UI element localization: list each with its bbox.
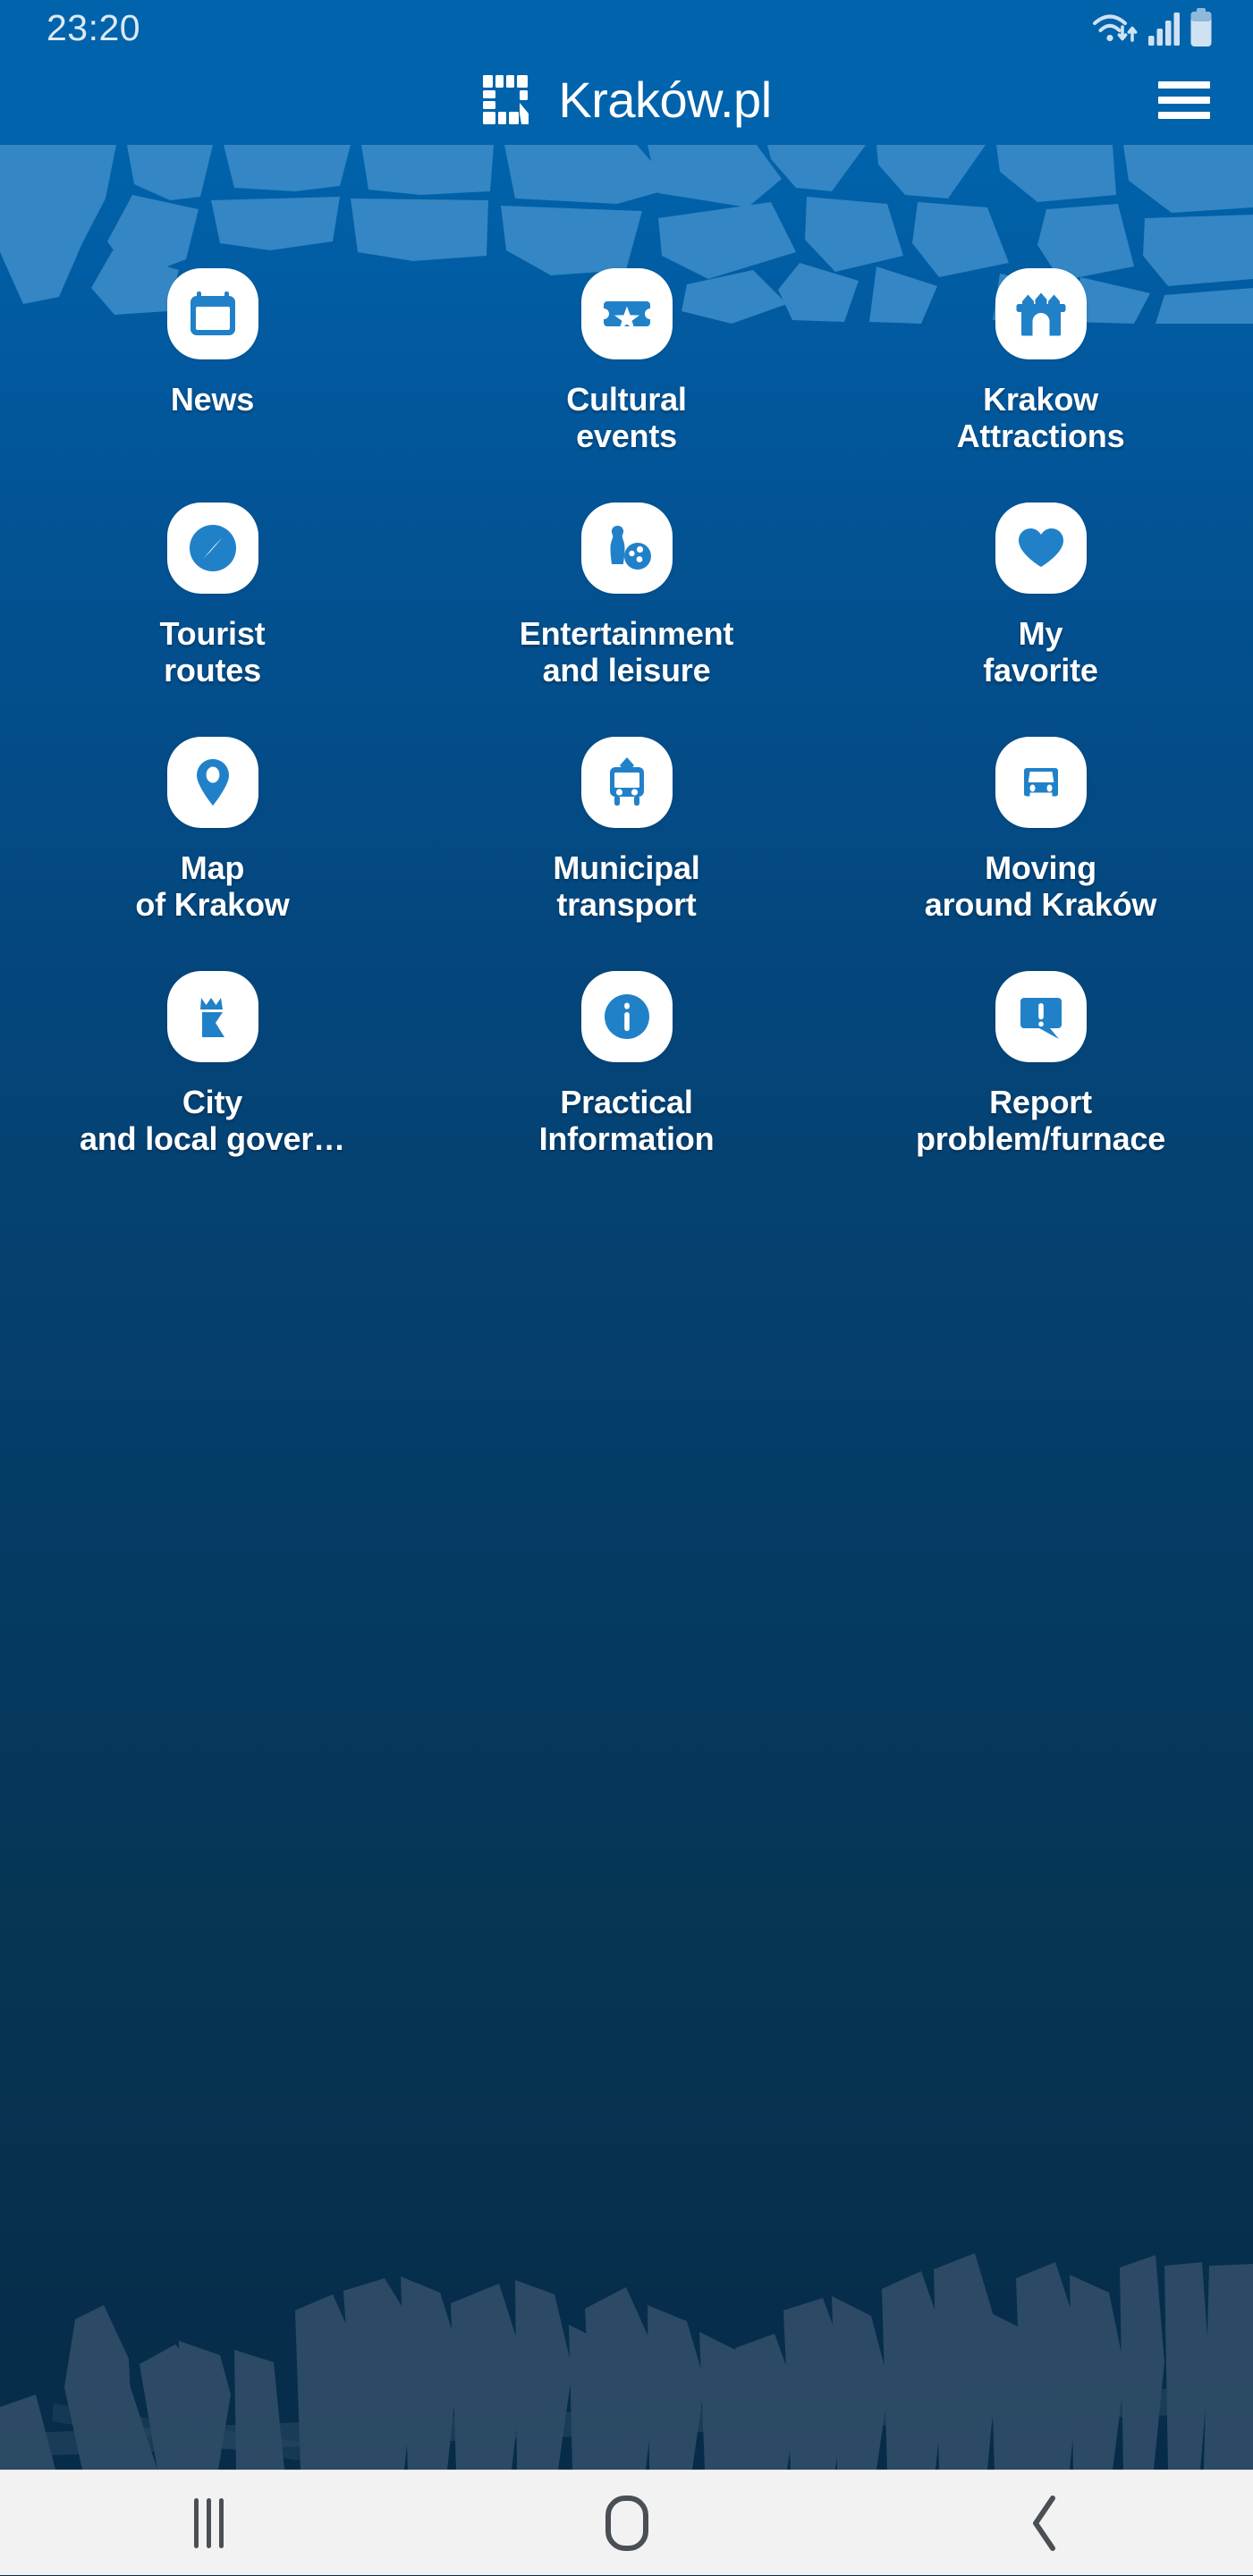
tile-icon-wrapper — [580, 971, 673, 1062]
tram-icon — [609, 757, 644, 806]
recents-button[interactable] — [129, 2470, 290, 2576]
tile-label: My favorite — [983, 615, 1098, 689]
info-circle-icon — [604, 994, 649, 1039]
battery-icon — [1190, 8, 1212, 46]
phone-screen: 23:20 Kraków.pl News Cultural events Kra… — [0, 0, 1253, 2575]
heart-icon — [1018, 528, 1063, 567]
tile-practical-information[interactable]: Practical Information — [419, 964, 834, 1198]
cellular-signal-icon — [1148, 13, 1180, 46]
main-content: News Cultural events Krakow Attractions … — [0, 145, 1253, 2470]
tile-icon-wrapper — [580, 737, 673, 828]
castle-icon — [1016, 292, 1065, 336]
tile-label: News — [170, 381, 255, 418]
tile-city-and-local-government[interactable]: City and local gover… — [5, 964, 419, 1198]
tile-icon-wrapper — [995, 268, 1087, 359]
tile-moving-around-krakow[interactable]: Moving around Kraków — [834, 730, 1248, 964]
alert-bubble-icon — [1020, 998, 1062, 1039]
tile-label: Map of Krakow — [135, 849, 290, 924]
status-bar: 23:20 — [0, 0, 1253, 55]
back-button[interactable] — [964, 2470, 1125, 2576]
status-bar-icons — [1090, 8, 1212, 47]
tile-map-of-krakow[interactable]: Map of Krakow — [5, 730, 419, 964]
tile-report-problem[interactable]: Report problem/furnace — [834, 964, 1248, 1198]
app-header-bar: Kraków.pl — [0, 55, 1253, 145]
ticket-star-icon — [603, 301, 650, 330]
tile-icon-wrapper — [166, 737, 258, 828]
brand-title: Kraków.pl — [558, 72, 772, 128]
android-navigation-bar — [0, 2470, 1253, 2575]
car-icon — [1023, 768, 1058, 797]
bowling-icon — [610, 526, 651, 570]
wifi-icon — [1093, 14, 1138, 42]
home-icon — [605, 2495, 648, 2551]
tile-label: City and local gover… — [80, 1084, 345, 1158]
tile-krakow-attractions[interactable]: Krakow Attractions — [834, 261, 1248, 495]
brand-logo[interactable]: Kraków.pl — [481, 72, 772, 128]
tile-label: Entertainment and leisure — [519, 615, 734, 689]
back-icon — [1026, 2494, 1063, 2553]
tile-label: Municipal transport — [553, 849, 700, 924]
recents-icon — [194, 2497, 224, 2548]
app-icon-grid: News Cultural events Krakow Attractions … — [0, 261, 1253, 1198]
tile-entertainment-leisure[interactable]: Entertainment and leisure — [419, 495, 834, 730]
tile-cultural-events[interactable]: Cultural events — [419, 261, 834, 495]
compass-icon — [189, 525, 236, 571]
tile-icon-wrapper — [166, 971, 258, 1062]
tile-label: Report problem/furnace — [915, 1084, 1166, 1158]
tile-label: Practical Information — [538, 1084, 715, 1158]
map-pin-icon — [196, 759, 229, 806]
tile-my-favorite[interactable]: My favorite — [834, 495, 1248, 730]
crown-tower-icon — [199, 998, 224, 1037]
tile-icon-wrapper — [166, 503, 258, 594]
tile-icon-wrapper — [995, 737, 1087, 828]
status-bar-clock: 23:20 — [47, 6, 141, 48]
krakow-square-logo-icon — [483, 75, 529, 124]
tile-label: Tourist routes — [159, 615, 266, 689]
tile-icon-wrapper — [580, 268, 673, 359]
tile-label: Moving around Kraków — [924, 849, 1157, 924]
map-pattern-bottom-decoration — [0, 2253, 1253, 2470]
tile-label: Krakow Attractions — [956, 381, 1125, 455]
tile-icon-wrapper — [995, 971, 1087, 1062]
home-button[interactable] — [546, 2470, 707, 2576]
tile-municipal-transport[interactable]: Municipal transport — [419, 730, 834, 964]
tile-icon-wrapper — [995, 503, 1087, 594]
tile-tourist-routes[interactable]: Tourist routes — [5, 495, 419, 730]
tile-icon-wrapper — [166, 268, 258, 359]
tile-news[interactable]: News — [5, 261, 419, 495]
tile-label: Cultural events — [566, 381, 687, 455]
calendar-icon — [190, 291, 235, 335]
hamburger-menu-icon[interactable] — [1158, 81, 1210, 119]
tile-icon-wrapper — [580, 503, 673, 594]
